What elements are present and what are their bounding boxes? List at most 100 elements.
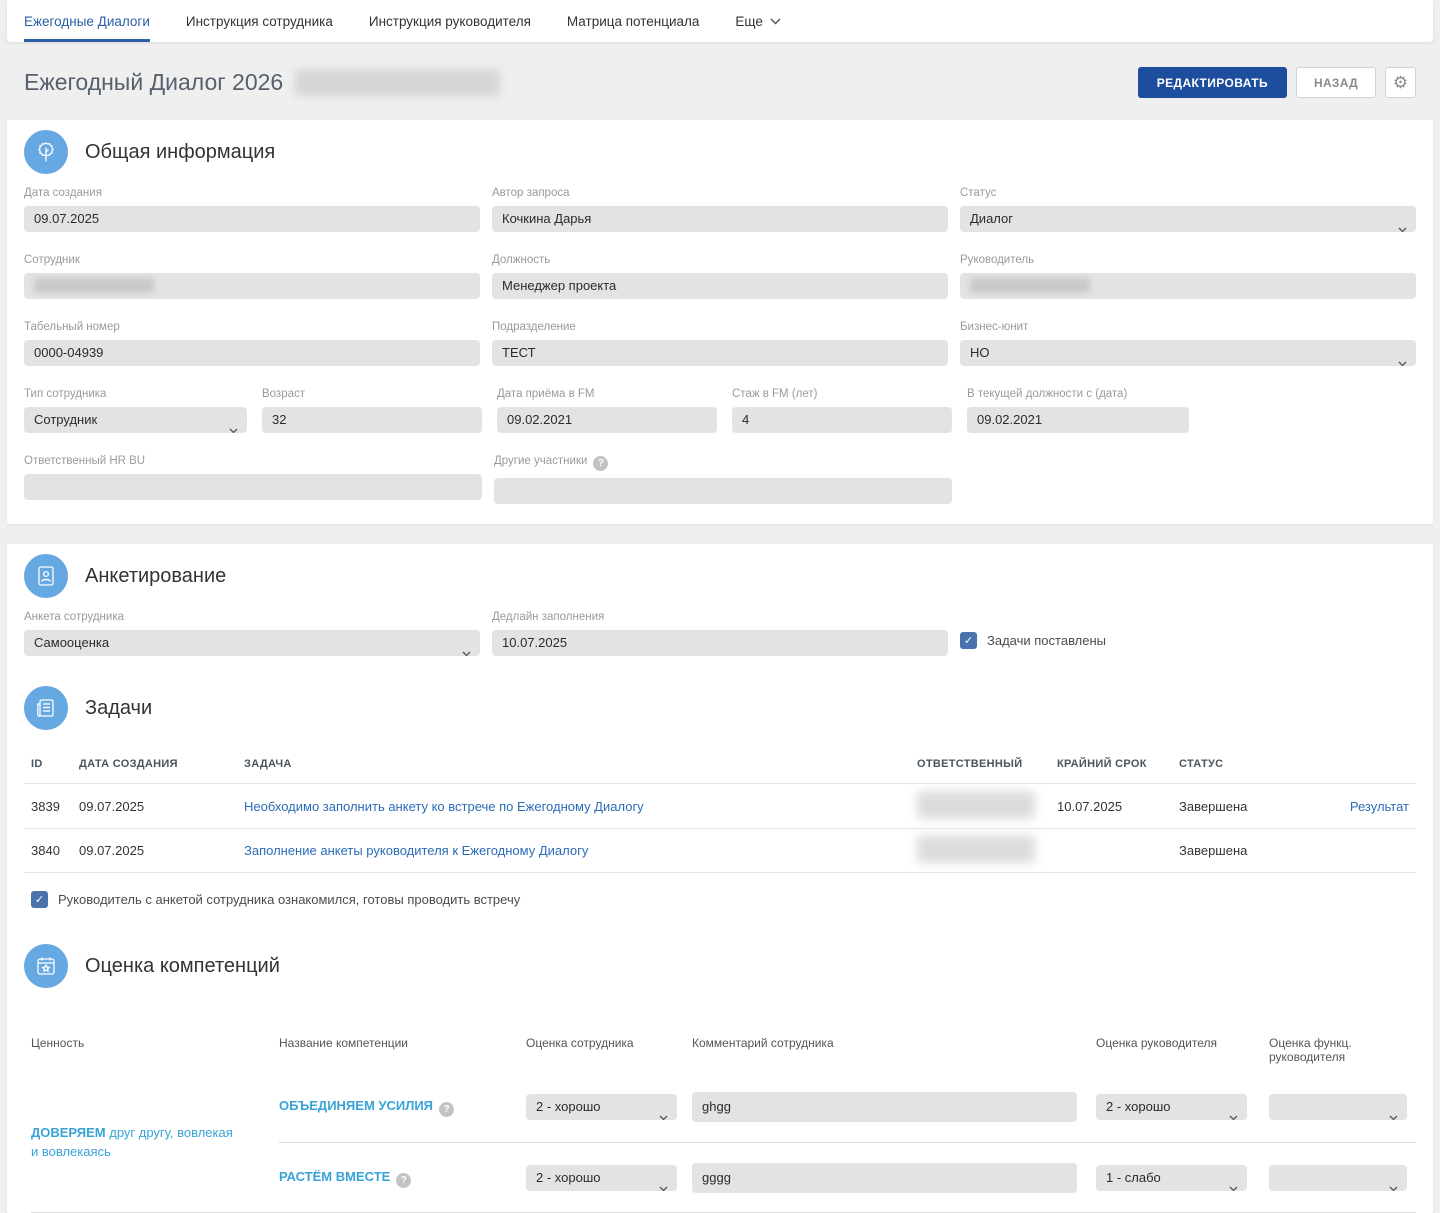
chevron-down-icon [1398,350,1407,366]
table-row: 3840 09.07.2025 Заполнение анкеты руково… [24,828,1416,873]
current-position-since-field: 09.02.2021 [967,407,1189,433]
chevron-down-icon [659,1175,668,1191]
header-actions: РЕДАКТИРОВАТЬ НАЗАД ⚙ [1138,67,1416,98]
manager-field [960,273,1416,299]
field-hire-date: Дата приёма в FM 09.02.2021 [497,388,717,433]
competency-row: ОБЪЕДИНЯЕМ УСИЛИЯ? 2 - хорошо ghgg 2 - х… [279,1072,1416,1142]
task-status: Завершена [1179,799,1299,814]
field-status: Статус Диалог [960,187,1416,232]
edit-button[interactable]: РЕДАКТИРОВАТЬ [1138,67,1287,98]
func-manager-rating-select[interactable] [1269,1165,1407,1191]
top-tab-bar: Ежегодные Диалоги Инструкция сотрудника … [7,0,1433,42]
section-title: Задачи [85,697,152,720]
chevron-down-icon [659,1104,668,1120]
chevron-down-icon [1229,1175,1238,1191]
column-header: КРАЙНИЙ СРОК [1057,758,1179,770]
task-created: 09.07.2025 [79,799,244,814]
personnel-number-field: 0000-04939 [24,340,480,366]
status-select[interactable]: Диалог [960,206,1416,232]
field-label: Возраст [262,388,482,400]
column-header: СТАТУС [1179,758,1299,770]
field-label: Дата приёма в FM [497,388,717,400]
field-employee: Сотрудник [24,254,480,299]
field-business-unit: Бизнес-юнит НО [960,321,1416,366]
task-status: Завершена [1179,843,1299,858]
gear-icon: ⚙ [1393,73,1408,93]
field-label: В текущей должности с (дата) [967,388,1189,400]
chevron-down-icon [462,640,471,656]
tree-icon [24,130,68,174]
status-value: Диалог [970,211,1013,226]
field-employee-form: Анкета сотрудника Самооценка [24,611,480,656]
back-button[interactable]: НАЗАД [1296,67,1376,98]
column-header: ДАТА СОЗДАНИЯ [79,758,244,770]
task-link[interactable]: Заполнение анкеты руководителя к Ежегодн… [244,843,588,858]
chevron-down-icon [1389,1104,1398,1120]
column-header: Ценность [31,1036,279,1064]
redacted-responsible [917,791,1035,819]
result-link[interactable]: Результат [1350,799,1409,814]
field-label: Табельный номер [24,321,480,333]
self-rating-select[interactable]: 2 - хорошо [526,1094,677,1120]
task-link[interactable]: Необходимо заполнить анкету ко встрече п… [244,799,644,814]
section-title: Общая информация [85,141,275,164]
page-header: Ежегодный Диалог 2026 РЕДАКТИРОВАТЬ НАЗА… [0,42,1440,120]
tab-manager-instruction[interactable]: Инструкция руководителя [369,0,531,42]
manager-ack-checkbox-row: ✓ Руководитель с анкетой сотрудника озна… [24,891,1416,908]
tab-label: Инструкция руководителя [369,14,531,29]
field-label: Тип сотрудника [24,388,247,400]
hr-responsible-field[interactable] [24,474,482,500]
questionnaire-icon [24,554,68,598]
column-header: ЗАДАЧА [244,758,917,770]
checkbox-checked-icon[interactable]: ✓ [31,891,48,908]
manager-rating-select[interactable]: 1 - слабо [1096,1165,1247,1191]
tab-employee-instruction[interactable]: Инструкция сотрудника [186,0,333,42]
employee-type-value: Сотрудник [34,412,97,427]
page-title-text: Ежегодный Диалог 2026 [24,69,283,96]
tab-annual-dialogs[interactable]: Ежегодные Диалоги [24,0,150,42]
help-icon[interactable]: ? [396,1173,411,1188]
hire-date-field: 09.02.2021 [497,407,717,433]
field-label: Дедлайн заполнения [492,611,948,623]
business-unit-select[interactable]: НО [960,340,1416,366]
field-label: Руководитель [960,254,1416,266]
manager-rating-select[interactable]: 2 - хорошо [1096,1094,1247,1120]
tab-potential-matrix[interactable]: Матрица потенциала [567,0,700,42]
employee-comment-input[interactable]: ghgg [692,1092,1077,1122]
competency-name[interactable]: РАСТЁМ ВМЕСТЕ [279,1169,390,1184]
checkbox-checked-icon[interactable]: ✓ [960,632,977,649]
column-header: ОТВЕТСТВЕННЫЙ [917,758,1057,770]
task-id: 3839 [31,799,79,814]
field-label: Должность [492,254,948,266]
field-other-participants: Другие участники? [494,455,952,504]
employee-form-select[interactable]: Самооценка [24,630,480,656]
chevron-down-icon [1389,1175,1398,1191]
survey-header: Анкетирование [24,554,1416,598]
help-icon[interactable]: ? [439,1102,454,1117]
field-label: Автор запроса [492,187,948,199]
competency-header: Оценка компетенций [24,944,1416,988]
func-manager-rating-select[interactable] [1269,1094,1407,1120]
deadline-field: 10.07.2025 [492,630,948,656]
value-group-label: ДОВЕРЯЕМ друг другу, вовлекая и вовлекая… [31,1072,279,1212]
table-row: 3839 09.07.2025 Необходимо заполнить анк… [24,783,1416,828]
other-participants-field[interactable] [494,478,952,504]
help-icon[interactable]: ? [593,456,608,471]
column-header: Комментарий сотрудника [692,1036,1096,1064]
self-rating-select[interactable]: 2 - хорошо [526,1165,677,1191]
settings-button[interactable]: ⚙ [1385,67,1416,98]
calendar-star-icon [24,944,68,988]
general-info-header: Общая информация [24,130,1416,174]
employee-type-select[interactable]: Сотрудник [24,407,247,433]
field-current-position-since: В текущей должности с (дата) 09.02.2021 [967,388,1189,433]
tasks-list-icon [24,686,68,730]
field-position: Должность Менеджер проекта [492,254,948,299]
employee-comment-input[interactable]: gggg [692,1163,1077,1193]
field-label: Анкета сотрудника [24,611,480,623]
competency-name[interactable]: ОБЪЕДИНЯЕМ УСИЛИЯ [279,1098,433,1113]
field-label: Статус [960,187,1416,199]
field-label: Другие участники? [494,455,952,471]
tab-label: Ежегодные Диалоги [24,14,150,29]
field-personnel-number: Табельный номер 0000-04939 [24,321,480,366]
tab-more[interactable]: Еще [735,0,780,42]
